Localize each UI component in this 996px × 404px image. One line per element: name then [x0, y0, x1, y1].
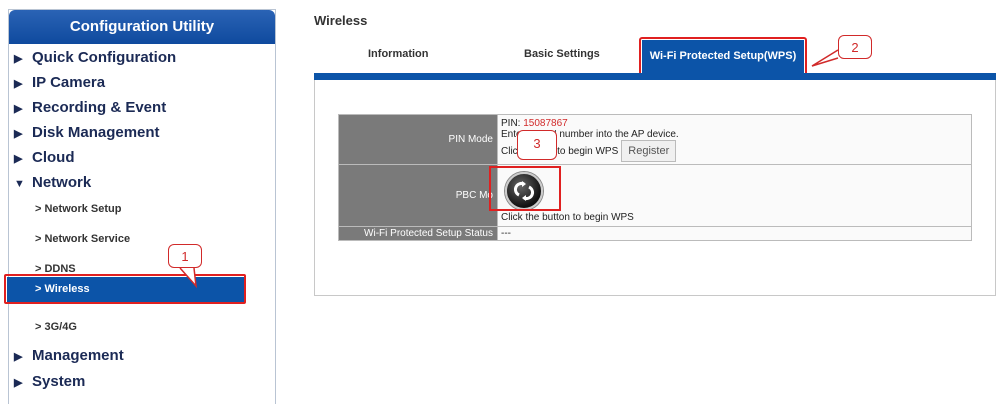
triangle-right-icon: ▶: [14, 78, 23, 90]
sidebar-item-network[interactable]: ▼ Network: [14, 173, 91, 193]
page-title: Wireless: [314, 13, 368, 28]
annotation-callout-2: 2: [838, 35, 872, 59]
wps-status-row: Wi-Fi Protected Setup Status ---: [338, 226, 972, 241]
pbc-mode-row: PBC Mo Click the button to begin WPS: [338, 164, 972, 227]
triangle-down-icon: ▼: [14, 178, 25, 190]
pbc-mode-value: Click the button to begin WPS: [497, 164, 972, 227]
sidebar-title: Configuration Utility: [9, 10, 275, 44]
triangle-right-icon: ▶: [14, 103, 23, 115]
pin-mode-value: PIN: 15087867 Ente N number into the AP …: [497, 114, 972, 165]
triangle-right-icon: ▶: [14, 128, 23, 140]
pin-line: PIN: 15087867: [501, 117, 568, 129]
pin-mode-label: PIN Mode: [338, 114, 498, 165]
triangle-right-icon: ▶: [14, 53, 23, 65]
triangle-right-icon: ▶: [14, 153, 23, 165]
pin-number: 15087867: [523, 117, 568, 129]
sidebar-subitem-3g4g[interactable]: > 3G/4G: [35, 318, 77, 336]
sidebar-item-ip-camera[interactable]: ▶ IP Camera: [14, 73, 105, 93]
tab-basic-settings[interactable]: Basic Settings: [524, 48, 600, 60]
sidebar-item-cloud[interactable]: ▶ Cloud: [14, 148, 75, 168]
wps-status-value: ---: [497, 226, 972, 241]
annotation-callout-3: 3: [517, 130, 557, 160]
sidebar-item-recording-event[interactable]: ▶ Recording & Event: [14, 98, 166, 118]
sidebar-item-disk-management[interactable]: ▶ Disk Management: [14, 123, 160, 143]
pin-instruction-line: Ente N number into the AP device.: [501, 128, 679, 140]
annotation-highlight-wireless: [4, 274, 246, 304]
pbc-hint: Click the button to begin WPS: [501, 211, 634, 223]
wps-settings-table: PIN Mode PIN: 15087867 Ente N number int…: [338, 114, 972, 241]
sidebar-item-quick-configuration[interactable]: ▶ Quick Configuration: [14, 48, 176, 68]
annotation-highlight-wps-button: [489, 166, 561, 211]
register-button[interactable]: Register: [621, 139, 677, 162]
sidebar-subitem-network-service[interactable]: > Network Service: [35, 230, 130, 248]
triangle-right-icon: ▶: [14, 377, 23, 389]
tab-underline-bar: [314, 73, 996, 80]
pbc-mode-label: PBC Mo: [338, 164, 498, 227]
annotation-highlight-wps-tab: [639, 37, 807, 78]
sidebar-item-system[interactable]: ▶ System: [14, 372, 85, 392]
wps-status-label: Wi-Fi Protected Setup Status: [338, 226, 498, 241]
triangle-right-icon: ▶: [14, 351, 23, 363]
tab-information[interactable]: Information: [368, 48, 429, 60]
sidebar-item-management[interactable]: ▶ Management: [14, 346, 124, 366]
annotation-callout-1: 1: [168, 244, 202, 268]
sidebar-subitem-network-setup[interactable]: > Network Setup: [35, 200, 122, 218]
pin-mode-row: PIN Mode PIN: 15087867 Ente N number int…: [338, 114, 972, 165]
pin-register-line: Clic er to begin WPS Register: [501, 139, 971, 162]
